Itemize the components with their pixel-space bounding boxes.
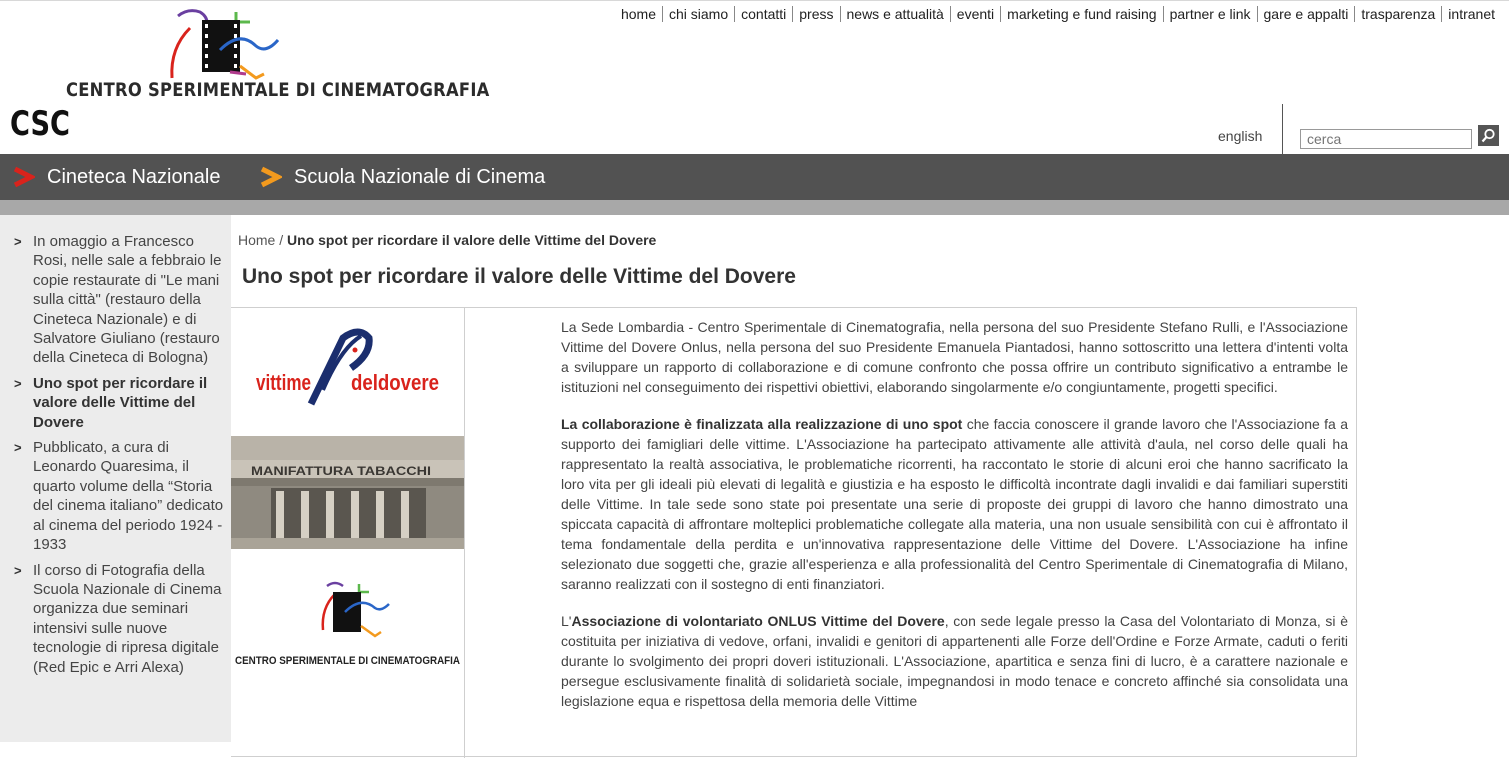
csc-caption-text: CENTRO SPERIMENTALE DI CINEMATOGRAFIA — [235, 655, 460, 667]
topnav-trasparenza[interactable]: trasparenza — [1354, 6, 1441, 22]
topnav-intranet[interactable]: intranet — [1441, 6, 1501, 22]
image-column: vittime deldovere MANIFATTURA TABACCHI C… — [231, 308, 465, 758]
bullet-icon: > — [14, 562, 22, 578]
header-divider — [1282, 104, 1283, 154]
paragraph-text: che faccia conoscere il grande lavoro ch… — [561, 416, 1348, 592]
top-nav: home chi siamo contatti press news e att… — [615, 6, 1501, 22]
search-icon — [1481, 128, 1495, 143]
article-paragraph: La collaborazione è finalizzata alla rea… — [561, 414, 1348, 594]
paragraph-bold: Associazione di volontariato ONLUS Vitti… — [571, 613, 945, 629]
nav-cineteca-nazionale[interactable]: Cineteca Nazionale — [13, 154, 220, 200]
topnav-eventi[interactable]: eventi — [949, 6, 1000, 22]
topnav-home[interactable]: home — [615, 6, 662, 22]
logo-name: CENTRO SPERIMENTALE DI CINEMATOGRAFIA — [66, 79, 490, 101]
nav-label: Cineteca Nazionale — [47, 165, 221, 188]
article-paragraph: La Sede Lombardia - Centro Sperimentale … — [561, 319, 1348, 395]
topnav-partner[interactable]: partner e link — [1162, 6, 1257, 22]
breadcrumb-separator: / — [275, 232, 288, 248]
search-input[interactable] — [1300, 129, 1472, 149]
main-nav: Cineteca Nazionale Scuola Nazionale di C… — [0, 154, 1509, 200]
nav-label: Scuola Nazionale di Cinema — [294, 165, 546, 188]
topnav-press[interactable]: press — [792, 6, 839, 22]
building-sign-text: MANIFATTURA TABACCHI — [251, 464, 431, 478]
sidebar-item-current[interactable]: > Uno spot per ricordare il valore delle … — [0, 374, 230, 432]
breadcrumb-current: Uno spot per ricordare il valore delle V… — [287, 232, 657, 248]
top-border — [0, 0, 1509, 1]
sidebar: > In omaggio a Francesco Rosi, nelle sale… — [0, 215, 230, 742]
csc-logo-image: CENTRO SPERIMENTALE DI CINEMATOGRAFIA — [231, 550, 464, 680]
search-button[interactable] — [1478, 125, 1499, 146]
manifattura-tabacchi-photo: MANIFATTURA TABACCHI — [231, 436, 464, 549]
deldovere-logo-text: deldovere — [351, 370, 439, 395]
sidebar-item-label: In omaggio a Francesco Rosi, nelle sale … — [33, 233, 222, 367]
sidebar-item-label: Uno spot per ricordare il valore delle V… — [33, 374, 208, 431]
breadcrumb: Home / Uno spot per ricordare il valore … — [238, 232, 656, 248]
csc-wordmark[interactable]: CSC — [10, 104, 70, 144]
breadcrumb-home[interactable]: Home — [238, 232, 275, 248]
sidebar-item[interactable]: > Pubblicato, a cura di Leonardo Quaresim… — [0, 438, 230, 554]
vittime-del-dovere-logo: vittime deldovere — [231, 308, 464, 435]
topnav-marketing[interactable]: marketing e fund raising — [1000, 6, 1162, 22]
topnav-gare[interactable]: gare e appalti — [1256, 6, 1355, 22]
paragraph-bold: La collaborazione è finalizzata alla rea… — [561, 416, 963, 432]
chevron-right-icon — [260, 166, 282, 188]
main-content: Home / Uno spot per ricordare il valore … — [231, 215, 1509, 758]
article-body: La Sede Lombardia - Centro Sperimentale … — [561, 317, 1348, 728]
article-box: vittime deldovere MANIFATTURA TABACCHI C… — [231, 307, 1357, 758]
article-paragraph: L'Associazione di volontariato ONLUS Vit… — [561, 611, 1348, 711]
topnav-news[interactable]: news e attualità — [839, 6, 950, 22]
bullet-icon: > — [14, 375, 22, 391]
sidebar-item[interactable]: > In omaggio a Francesco Rosi, nelle sale… — [0, 232, 230, 368]
paragraph-text: L' — [561, 613, 572, 629]
bullet-icon: > — [14, 440, 22, 456]
sidebar-item-label: Pubblicato, a cura di Leonardo Quaresima… — [33, 439, 224, 554]
nav-underbar — [0, 200, 1509, 215]
vittime-logo-text: vittime — [256, 370, 311, 395]
topnav-chi-siamo[interactable]: chi siamo — [661, 6, 734, 22]
language-link[interactable]: english — [1218, 128, 1262, 144]
page-title: Uno spot per ricordare il valore delle V… — [242, 265, 796, 288]
bullet-icon: > — [14, 234, 22, 249]
chevron-right-icon — [13, 166, 35, 188]
sidebar-item-label: Il corso di Fotografia della Scuola Nazi… — [33, 561, 222, 676]
nav-scuola-nazionale[interactable]: Scuola Nazionale di Cinema — [260, 154, 545, 200]
sidebar-item[interactable]: > Il corso di Fotografia della Scuola Naz… — [0, 561, 230, 677]
topnav-contatti[interactable]: contatti — [734, 6, 792, 22]
